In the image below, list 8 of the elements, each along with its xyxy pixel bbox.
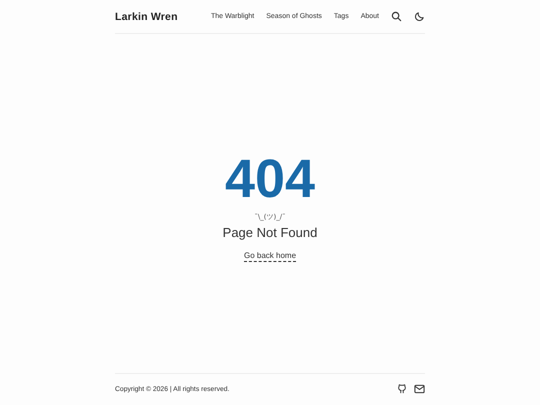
mail-icon[interactable]: [414, 384, 425, 394]
home-link[interactable]: Go back home: [244, 250, 296, 262]
github-icon[interactable]: [397, 384, 407, 394]
error-message: Page Not Found: [222, 224, 318, 240]
error-code: 404: [224, 152, 316, 206]
search-icon[interactable]: [391, 11, 402, 22]
moon-icon[interactable]: [414, 11, 425, 22]
site-title[interactable]: Larkin Wren: [115, 10, 178, 22]
